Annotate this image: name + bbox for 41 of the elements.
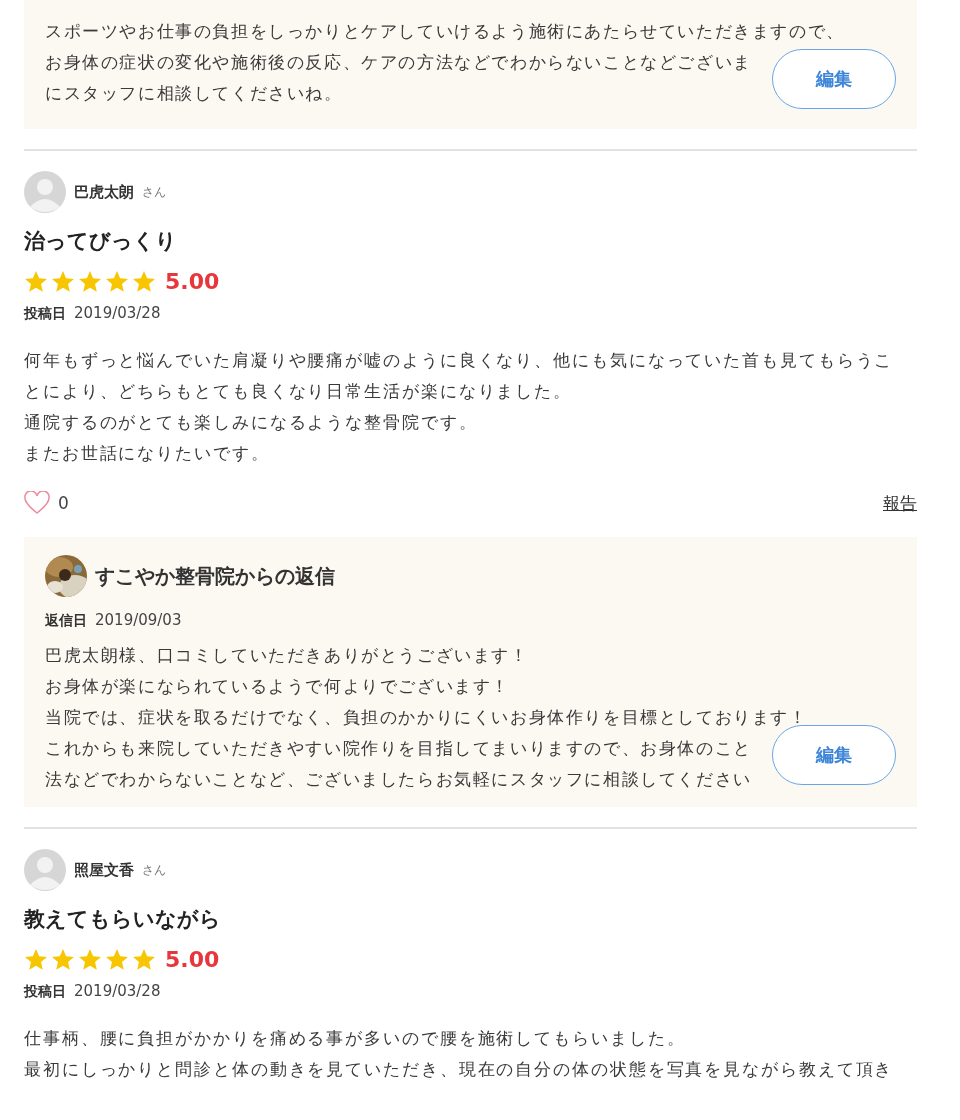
reply-text-line: にスタッフに相談してくださいね。 — [45, 83, 343, 105]
post-date-label: 投稿日 — [24, 305, 66, 323]
reply-text-line: お身体の症状の変化や施術後の反応、ケアの方法などでわからないことなどございま — [45, 52, 752, 74]
review-title: 治ってびっくり — [24, 228, 178, 255]
reply-text-line: これからも来院していただきやすい院作りを目指してまいりますので、お身体のこと — [45, 738, 752, 760]
star-icon — [105, 270, 129, 293]
post-date: 2019/03/28 — [74, 304, 161, 322]
reply-date-label: 返信日 — [45, 612, 87, 630]
star-icon — [132, 270, 156, 293]
star-icon — [51, 270, 75, 293]
honorific: さん — [142, 861, 166, 879]
user-avatar-icon — [24, 171, 66, 213]
rating-score: 5.00 — [165, 947, 220, 972]
reply-text-line: 法などでわからないことなど、ございましたらお気軽にスタッフに相談してください — [45, 769, 752, 791]
reply-heading: すこやか整骨院からの返信 — [95, 562, 335, 590]
star-icon — [24, 270, 48, 293]
report-link[interactable]: 報告 — [883, 491, 917, 515]
reply-date: 2019/09/03 — [95, 611, 182, 629]
rating-score: 5.00 — [165, 269, 220, 294]
star-icon — [78, 948, 102, 971]
star-icon — [24, 948, 48, 971]
post-date: 2019/03/28 — [74, 982, 161, 1000]
heart-icon[interactable] — [24, 491, 50, 515]
like-count: 0 — [58, 493, 69, 513]
star-icon — [132, 948, 156, 971]
reply-text-line: スポーツやお仕事の負担をしっかりとケアしていけるよう施術にあたらせていただきますので、 — [45, 21, 845, 43]
post-date-label: 投稿日 — [24, 983, 66, 1001]
star-icon — [51, 948, 75, 971]
edit-button[interactable]: 編集 — [772, 49, 896, 109]
user-name: 照屋文香 — [74, 860, 134, 880]
reply-text-line: 巴虎太朗様、口コミしていただきありがとうございます！ — [45, 645, 529, 667]
review-text: 仕事柄、腰に負担がかかりを痛める事が多いので腰を施術してもらいました。 最初にしっかりと問診と体の動きを見ていただき、現在の自分の体の状態を写真を見ながら教えて頂き — [24, 1027, 895, 1081]
star-icon — [105, 948, 129, 971]
review-title: 教えてもらいながら — [24, 906, 222, 933]
reply-text-line: お身体が楽になられているようで何よりでございます！ — [45, 676, 510, 698]
star-icon — [78, 270, 102, 293]
review-text: 何年もずっと悩んでいた肩凝りや腰痛が嘘のように良くなり、他にも気になっていた首も見てもらうこ とにより、どちらもとても良くなり日常生活が楽になりました。 通院するのがとても楽しみになるような整骨院です。 またお世話になりたいです。 — [24, 349, 895, 465]
user-name: 巴虎太朗 — [74, 182, 134, 202]
edit-button[interactable]: 編集 — [772, 725, 896, 785]
honorific: さん — [142, 183, 166, 201]
user-avatar-icon — [24, 849, 66, 891]
